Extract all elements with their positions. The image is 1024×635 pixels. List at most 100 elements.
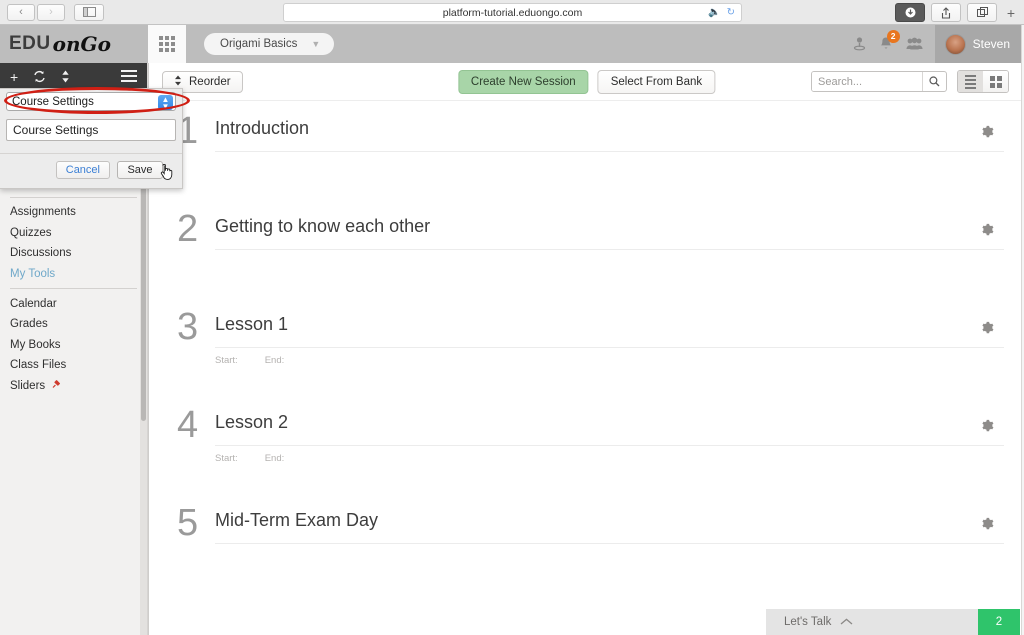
- sidebar-item-class-files[interactable]: Class Files: [0, 355, 147, 376]
- session-settings-gear-icon[interactable]: [981, 223, 994, 239]
- header-icon-group: 2: [853, 29, 935, 53]
- course-settings-input-value: Course Settings: [13, 123, 99, 137]
- reload-icon[interactable]: ↻: [727, 7, 735, 18]
- url-text: platform-tutorial.eduongo.com: [442, 6, 583, 19]
- session-title: Getting to know each other: [215, 216, 431, 236]
- chat-header[interactable]: Let's Talk: [766, 609, 978, 635]
- sort-icon[interactable]: [61, 70, 70, 85]
- logo-text-edu: EDU: [9, 33, 51, 54]
- course-selector[interactable]: Origami Basics ▼: [204, 33, 335, 55]
- sidebar-item-label: Sliders: [10, 380, 46, 393]
- browser-right-buttons: [895, 3, 997, 22]
- grid-view-button[interactable]: [983, 71, 1008, 92]
- user-menu[interactable]: Steven: [934, 25, 1024, 63]
- session-start-label: Start:: [215, 355, 238, 366]
- refresh-icon[interactable]: [33, 70, 46, 85]
- search-icon: [929, 76, 940, 87]
- back-button[interactable]: ‹: [7, 3, 35, 21]
- content-toolbar: Reorder Create New Session Select From B…: [149, 63, 1024, 101]
- sidebar-item-label: Grades: [10, 318, 48, 331]
- user-name-label: Steven: [972, 37, 1010, 51]
- create-new-session-button[interactable]: Create New Session: [457, 69, 589, 94]
- main-content: Reorder Create New Session Select From B…: [148, 63, 1024, 635]
- session-settings-gear-icon[interactable]: [981, 125, 994, 141]
- grid-apps-icon: [159, 36, 175, 52]
- session-number: 3: [177, 306, 199, 348]
- session-row[interactable]: 3 Lesson 1 Start: End:: [177, 306, 1004, 409]
- plus-icon: +: [1006, 4, 1016, 21]
- popup-actions: Cancel Save: [0, 154, 182, 188]
- sidebar-item-grades[interactable]: Grades: [0, 314, 147, 335]
- session-settings-gear-icon[interactable]: [981, 419, 994, 435]
- download-button[interactable]: [895, 3, 925, 22]
- chat-unread-count[interactable]: 2: [978, 609, 1020, 635]
- session-settings-gear-icon[interactable]: [981, 321, 994, 337]
- browser-sidebar-toggle-button[interactable]: [74, 3, 104, 21]
- sidebar-item-label: Discussions: [10, 247, 72, 260]
- chat-label: Let's Talk: [784, 616, 832, 628]
- show-tabs-button[interactable]: [967, 3, 997, 22]
- sidebar-item-my-books[interactable]: My Books: [0, 335, 147, 356]
- session-divider: [215, 249, 1004, 250]
- sidebar-item-quizzes[interactable]: Quizzes: [0, 223, 147, 244]
- apps-grid-button[interactable]: [148, 25, 186, 63]
- session-divider: [215, 543, 1004, 544]
- session-action-buttons: Create New Session Select From Bank: [457, 69, 716, 94]
- search-button[interactable]: [922, 72, 946, 91]
- add-icon[interactable]: +: [10, 70, 18, 84]
- avatar: [944, 33, 966, 55]
- course-settings-select[interactable]: Course Settings ▲ ▼: [6, 92, 176, 111]
- cancel-button[interactable]: Cancel: [55, 161, 110, 179]
- session-start-label: Start:: [215, 453, 238, 464]
- chevron-up-icon[interactable]: [840, 616, 853, 628]
- sidebar-item-assignments[interactable]: Assignments: [0, 202, 147, 223]
- session-divider: [215, 151, 1004, 152]
- grid-view-icon: [989, 75, 1002, 88]
- new-tab-button[interactable]: +: [1002, 3, 1020, 22]
- sidebar-section-label: My Tools: [10, 268, 56, 281]
- session-row[interactable]: 2 Getting to know each other: [177, 208, 1004, 311]
- save-button[interactable]: Save: [117, 161, 163, 179]
- download-icon: [905, 7, 915, 18]
- sidebar-item-label: Quizzes: [10, 226, 52, 239]
- speaker-icon[interactable]: 🔈: [708, 7, 720, 18]
- session-number: 5: [177, 502, 199, 544]
- list-view-button[interactable]: [958, 71, 983, 92]
- profile-icon[interactable]: [853, 36, 866, 53]
- sidebar-item-calendar[interactable]: Calendar: [0, 293, 147, 314]
- toolbar-right-group: [811, 70, 1009, 93]
- chat-widget[interactable]: Let's Talk 2: [766, 609, 1020, 635]
- chevron-down-icon: ▼: [311, 39, 321, 49]
- search-box[interactable]: [811, 71, 947, 92]
- app-header: EDU onGo Origami Basics ▼ 2 Steven: [0, 25, 1024, 63]
- course-settings-name-input[interactable]: Course Settings: [6, 119, 176, 141]
- cancel-button-label: Cancel: [65, 164, 100, 176]
- session-row[interactable]: 5 Mid-Term Exam Day: [177, 502, 1004, 605]
- browser-toolbar: ‹ › platform-tutorial.eduongo.com 🔈 ↻ +: [0, 0, 1024, 25]
- sidebar-divider: [10, 288, 137, 290]
- people-icon[interactable]: [906, 37, 923, 52]
- slider-pin-icon: [51, 379, 62, 393]
- session-row[interactable]: 1 Introduction: [177, 110, 1004, 213]
- hamburger-menu-icon[interactable]: [121, 70, 137, 84]
- app-logo[interactable]: EDU onGo: [0, 25, 148, 63]
- session-divider: [215, 347, 1004, 348]
- sidebar-item-discussions[interactable]: Discussions: [0, 243, 147, 264]
- session-dates: Start: End:: [215, 453, 284, 464]
- session-row[interactable]: 4 Lesson 2 Start: End:: [177, 404, 1004, 507]
- sidebar-item-label: Calendar: [10, 297, 57, 310]
- sidebar-section-my-tools[interactable]: My Tools: [0, 264, 147, 285]
- create-session-label: Create New Session: [470, 75, 576, 88]
- share-button[interactable]: [931, 3, 961, 22]
- stepper-icon[interactable]: ▲ ▼: [158, 94, 173, 110]
- search-input[interactable]: [812, 72, 922, 91]
- forward-button[interactable]: ›: [37, 3, 65, 21]
- session-title: Introduction: [215, 118, 310, 138]
- sidebar-item-sliders[interactable]: Sliders: [0, 376, 147, 397]
- notifications-icon[interactable]: 2: [879, 29, 900, 53]
- select-from-bank-button[interactable]: Select From Bank: [597, 69, 716, 94]
- sidebar-item-label: Assignments: [10, 206, 76, 219]
- session-title: Lesson 2: [215, 412, 289, 432]
- session-settings-gear-icon[interactable]: [981, 517, 994, 533]
- url-bar[interactable]: platform-tutorial.eduongo.com 🔈 ↻: [283, 3, 742, 22]
